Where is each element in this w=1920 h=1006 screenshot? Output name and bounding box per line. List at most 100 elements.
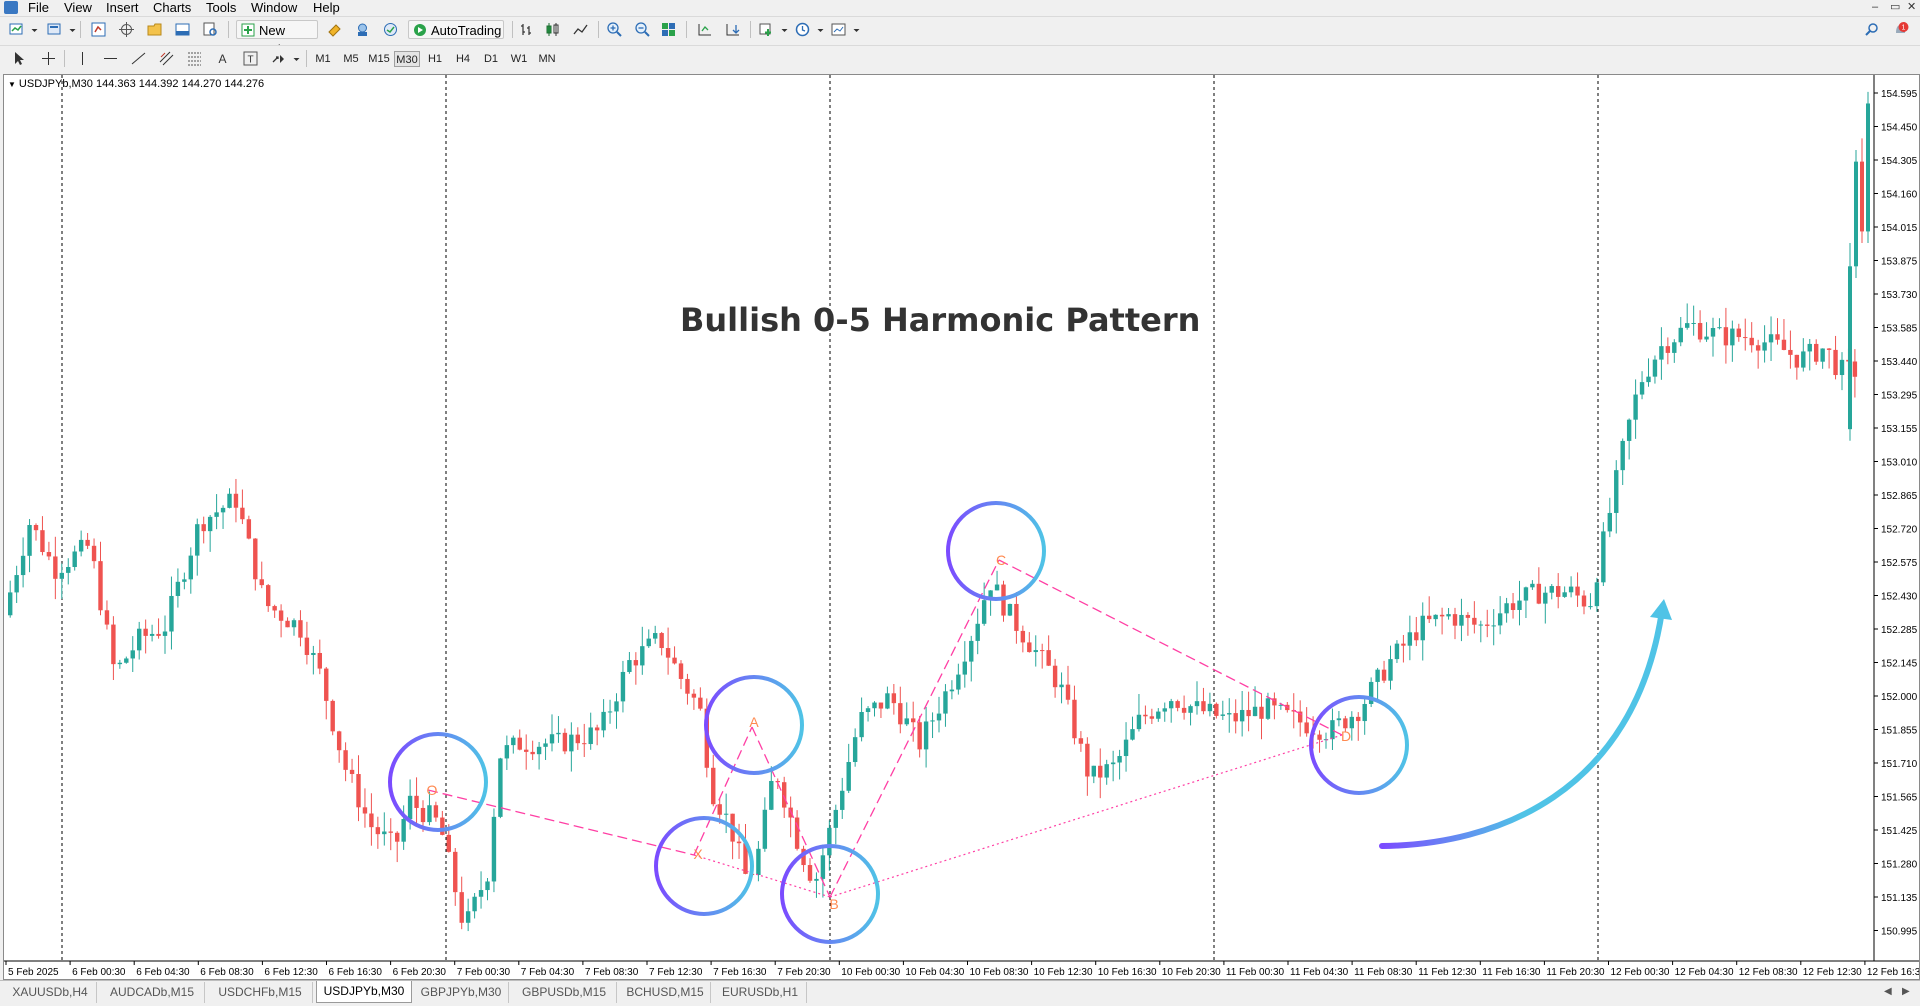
point-b-label: B bbox=[829, 896, 838, 912]
timeframe-m1[interactable]: M1 bbox=[310, 51, 336, 67]
chart-window[interactable]: 154.595 154.450 154.305 154.160 154.015 153.8… bbox=[3, 74, 1920, 980]
candle-body bbox=[66, 567, 71, 573]
bar-chart-icon[interactable] bbox=[518, 21, 535, 38]
text-label-icon[interactable]: T bbox=[242, 50, 259, 67]
candle-body bbox=[962, 661, 967, 675]
line-chart-icon[interactable] bbox=[572, 21, 589, 38]
chevron-down-icon[interactable] bbox=[776, 21, 788, 38]
tab-scroll-left-icon[interactable]: ◀ bbox=[1884, 986, 1892, 997]
tab-xauusdb-h4[interactable]: XAUUSDb,H4 bbox=[4, 982, 97, 1003]
menu-file[interactable]: File bbox=[28, 0, 49, 16]
fibonacci-icon[interactable] bbox=[186, 50, 203, 67]
new-chart-icon[interactable] bbox=[8, 21, 25, 38]
candle-body bbox=[1091, 765, 1096, 777]
candle-body bbox=[117, 662, 123, 665]
tab-usdchfb-m15[interactable]: USDCHFb,M15 bbox=[208, 982, 313, 1003]
tab-eurusdb-h1[interactable]: EURUSDb,H1 bbox=[714, 982, 807, 1003]
notifications-icon[interactable]: 1 bbox=[1892, 21, 1909, 38]
timeframe-m5[interactable]: M5 bbox=[338, 51, 364, 67]
candle-body bbox=[833, 809, 838, 828]
chevron-down-icon[interactable] bbox=[64, 21, 76, 38]
tab-bchusd-m15[interactable]: BCHUSD,M15 bbox=[620, 982, 711, 1003]
price-tick-label: 153.440 bbox=[1881, 357, 1918, 368]
timeframe-m30[interactable]: M30 bbox=[394, 51, 420, 67]
crosshair-icon[interactable] bbox=[40, 50, 57, 67]
arrows-icon[interactable] bbox=[270, 50, 287, 67]
candle-body bbox=[1607, 512, 1612, 532]
chevron-down-icon[interactable] bbox=[848, 21, 860, 38]
tile-windows-icon[interactable] bbox=[660, 21, 677, 38]
timeframe-w1[interactable]: W1 bbox=[506, 51, 532, 67]
restore-icon[interactable]: ▭ bbox=[1890, 0, 1900, 14]
terminal-icon[interactable] bbox=[174, 21, 191, 38]
horizontal-line-icon[interactable] bbox=[102, 50, 119, 67]
text-icon[interactable]: A bbox=[214, 50, 231, 67]
candle-body bbox=[1014, 603, 1019, 631]
candle-body bbox=[1427, 615, 1432, 620]
zoom-in-icon[interactable] bbox=[606, 21, 623, 38]
trendline-icon[interactable] bbox=[130, 50, 147, 67]
equidistant-channel-icon[interactable] bbox=[158, 50, 175, 67]
timeframe-h4[interactable]: H4 bbox=[450, 51, 476, 67]
menu-view[interactable]: View bbox=[64, 0, 92, 16]
menu-charts[interactable]: Charts bbox=[153, 0, 191, 16]
candle-body bbox=[1530, 583, 1535, 588]
menu-help[interactable]: Help bbox=[313, 0, 340, 16]
candle-body bbox=[524, 749, 529, 752]
candle-body bbox=[846, 762, 851, 791]
candle-body bbox=[175, 581, 181, 596]
candle-body bbox=[407, 795, 413, 820]
candle-body bbox=[885, 693, 890, 709]
cursor-icon[interactable] bbox=[10, 50, 27, 67]
candle-body bbox=[1860, 161, 1864, 232]
chevron-down-icon[interactable] bbox=[26, 21, 38, 38]
navigator-icon[interactable] bbox=[146, 21, 163, 38]
menu-window[interactable]: Window bbox=[251, 0, 297, 16]
signals-icon[interactable] bbox=[354, 21, 371, 38]
templates-icon[interactable] bbox=[830, 21, 847, 38]
candle-body bbox=[53, 556, 58, 579]
search-icon[interactable] bbox=[1864, 21, 1881, 38]
market-icon[interactable] bbox=[382, 21, 399, 38]
tab-gbpjpyb-m30[interactable]: GBPJPYb,M30 bbox=[414, 982, 509, 1003]
menu-insert[interactable]: Insert bbox=[106, 0, 139, 16]
price-chart[interactable]: 154.595 154.450 154.305 154.160 154.015 153.8… bbox=[4, 75, 1919, 979]
candle-body bbox=[1665, 346, 1671, 353]
minimize-icon[interactable]: – bbox=[1872, 0, 1878, 14]
candle-body bbox=[1678, 327, 1683, 343]
autotrading-button[interactable]: AutoTrading bbox=[408, 20, 504, 39]
strategy-tester-icon[interactable] bbox=[202, 21, 219, 38]
indicators-icon[interactable] bbox=[758, 21, 775, 38]
candle-body bbox=[1265, 698, 1271, 719]
close-icon[interactable]: ✕ bbox=[1907, 0, 1916, 14]
new-order-button[interactable]: New Order bbox=[236, 20, 318, 57]
candle-body bbox=[1755, 345, 1761, 351]
candle-body bbox=[20, 555, 26, 576]
candle-body bbox=[569, 734, 574, 752]
candle-body bbox=[298, 620, 303, 638]
chevron-down-icon[interactable] bbox=[812, 21, 824, 38]
chart-shift-icon[interactable] bbox=[696, 21, 713, 38]
crosshair-data-icon[interactable] bbox=[118, 21, 135, 38]
candle-body bbox=[891, 693, 897, 704]
chevron-down-icon[interactable] bbox=[288, 50, 300, 67]
market-watch-icon[interactable] bbox=[90, 21, 107, 38]
dropdown-triangle-icon[interactable]: ▼ bbox=[8, 80, 16, 89]
profiles-icon[interactable] bbox=[46, 21, 63, 38]
zoom-out-icon[interactable] bbox=[634, 21, 651, 38]
timeframe-m15[interactable]: M15 bbox=[366, 51, 392, 67]
timeframe-h1[interactable]: H1 bbox=[422, 51, 448, 67]
candle-body bbox=[1130, 729, 1135, 740]
tab-audcadb-m15[interactable]: AUDCADb,M15 bbox=[100, 982, 205, 1003]
auto-scroll-icon[interactable] bbox=[724, 21, 741, 38]
tab-usdjpyb-m30[interactable]: USDJPYb,M30 bbox=[316, 981, 412, 1003]
tab-scroll-right-icon[interactable]: ▶ bbox=[1902, 986, 1910, 997]
timeframe-mn[interactable]: MN bbox=[534, 51, 560, 67]
periods-icon[interactable] bbox=[794, 21, 811, 38]
candlestick-chart-icon[interactable] bbox=[544, 21, 561, 38]
vertical-line-icon[interactable] bbox=[74, 50, 91, 67]
tab-gbpusdb-m15[interactable]: GBPUSDb,M15 bbox=[512, 982, 617, 1003]
menu-tools[interactable]: Tools bbox=[206, 0, 236, 16]
expert-advisors-icon[interactable] bbox=[326, 21, 343, 38]
timeframe-d1[interactable]: D1 bbox=[478, 51, 504, 67]
